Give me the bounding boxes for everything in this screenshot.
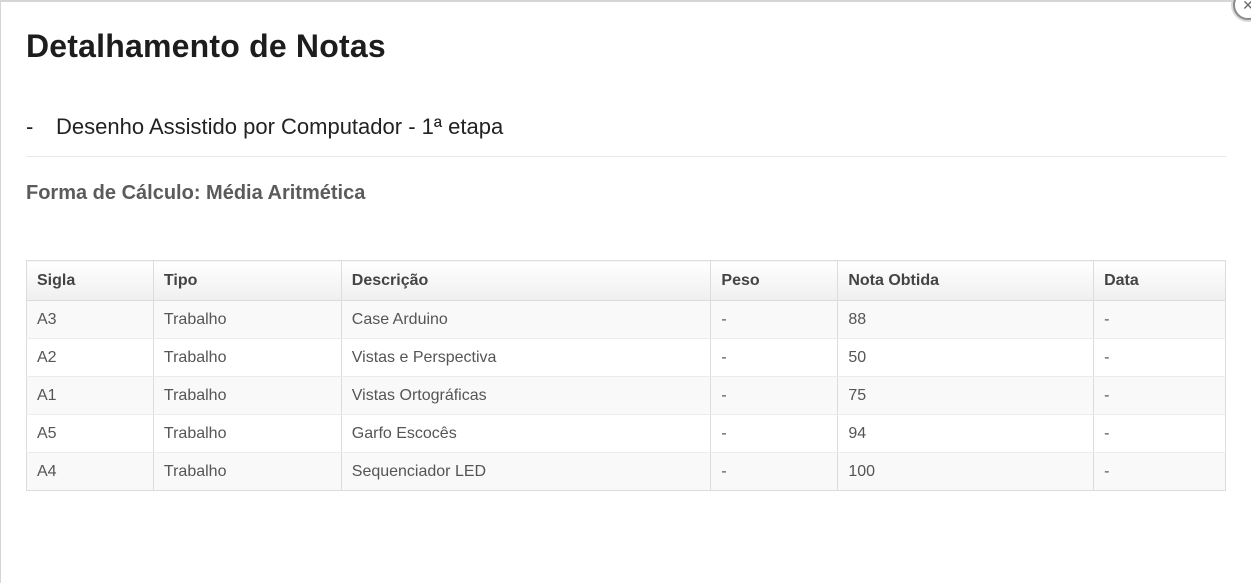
cell-nota-obtida: 100 bbox=[837, 452, 1095, 491]
subject-name: Desenho Assistido por Computador - 1ª et… bbox=[56, 114, 504, 139]
column-header-descricao[interactable]: Descrição bbox=[340, 260, 712, 301]
column-header-nota-obtida[interactable]: Nota Obtida bbox=[837, 260, 1095, 301]
cell-tipo: Trabalho bbox=[152, 376, 342, 415]
table-row: A3 Trabalho Case Arduino - 88 - bbox=[26, 300, 1226, 339]
table-header-row: Sigla Tipo Descrição Peso Nota Obtida Da… bbox=[26, 260, 1226, 301]
cell-peso: - bbox=[710, 300, 839, 339]
cell-descricao: Vistas e Perspectiva bbox=[340, 338, 712, 377]
cell-sigla: A5 bbox=[26, 414, 154, 453]
table-row: A1 Trabalho Vistas Ortográficas - 75 - bbox=[26, 376, 1226, 415]
cell-descricao: Sequenciador LED bbox=[340, 452, 712, 491]
cell-nota-obtida: 50 bbox=[837, 338, 1095, 377]
cell-data: - bbox=[1093, 338, 1226, 377]
column-header-peso[interactable]: Peso bbox=[710, 260, 839, 301]
cell-data: - bbox=[1093, 414, 1226, 453]
cell-data: - bbox=[1093, 300, 1226, 339]
calculation-method: Forma de Cálculo: Média Aritmética bbox=[26, 182, 366, 204]
cell-nota-obtida: 94 bbox=[837, 414, 1095, 453]
cell-descricao: Case Arduino bbox=[340, 300, 712, 339]
subject-bullet: - bbox=[26, 114, 34, 139]
cell-tipo: Trabalho bbox=[152, 300, 342, 339]
close-button[interactable]: ✕ bbox=[1233, 0, 1251, 20]
table-row: A4 Trabalho Sequenciador LED - 100 - bbox=[26, 452, 1226, 491]
column-header-sigla[interactable]: Sigla bbox=[26, 260, 154, 301]
modal-title: Detalhamento de Notas bbox=[26, 28, 386, 64]
column-header-data[interactable]: Data bbox=[1093, 260, 1226, 301]
cell-peso: - bbox=[710, 414, 839, 453]
cell-data: - bbox=[1093, 376, 1226, 415]
cell-peso: - bbox=[710, 376, 839, 415]
cell-nota-obtida: 75 bbox=[837, 376, 1095, 415]
cell-descricao: Vistas Ortográficas bbox=[340, 376, 712, 415]
cell-tipo: Trabalho bbox=[152, 414, 342, 453]
table-row: A2 Trabalho Vistas e Perspectiva - 50 - bbox=[26, 338, 1226, 377]
cell-data: - bbox=[1093, 452, 1226, 491]
table-row: A5 Trabalho Garfo Escocês - 94 - bbox=[26, 414, 1226, 453]
subject-line: - Desenho Assistido por Computador - 1ª e… bbox=[26, 114, 503, 140]
cell-tipo: Trabalho bbox=[152, 452, 342, 491]
cell-descricao: Garfo Escocês bbox=[340, 414, 712, 453]
cell-sigla: A3 bbox=[26, 300, 154, 339]
divider bbox=[26, 156, 1226, 157]
cell-nota-obtida: 88 bbox=[837, 300, 1095, 339]
close-icon: ✕ bbox=[1242, 0, 1251, 13]
grades-modal: ✕ Detalhamento de Notas - Desenho Assisti… bbox=[0, 0, 1251, 583]
cell-sigla: A2 bbox=[26, 338, 154, 377]
cell-sigla: A1 bbox=[26, 376, 154, 415]
cell-tipo: Trabalho bbox=[152, 338, 342, 377]
grades-table: Sigla Tipo Descrição Peso Nota Obtida Da… bbox=[26, 260, 1226, 491]
cell-peso: - bbox=[710, 338, 839, 377]
cell-sigla: A4 bbox=[26, 452, 154, 491]
column-header-tipo[interactable]: Tipo bbox=[152, 260, 342, 301]
cell-peso: - bbox=[710, 452, 839, 491]
